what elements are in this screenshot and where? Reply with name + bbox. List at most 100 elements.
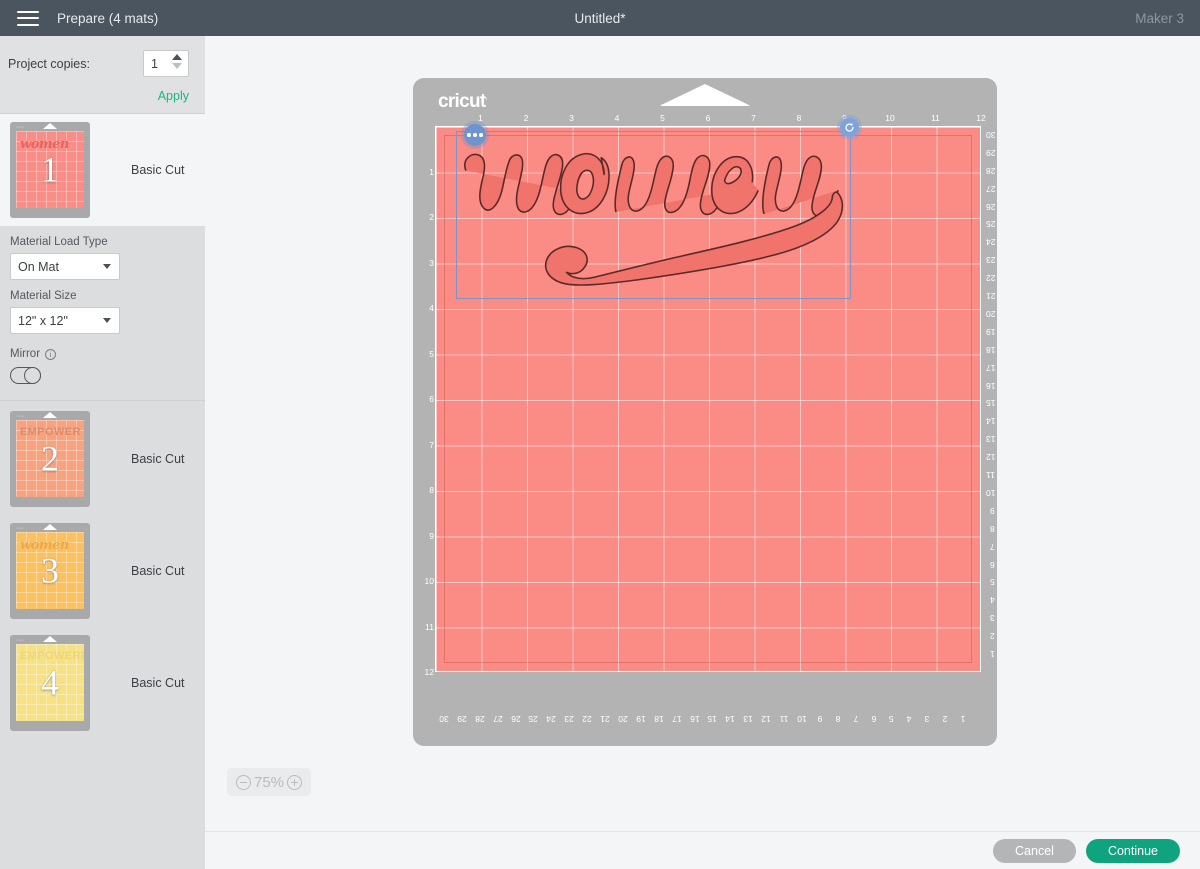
mat-list-item-2[interactable]: cricut EMPOWER 2 Basic Cut (0, 403, 205, 515)
mat-thumbnail-1[interactable]: cricut women 1 (10, 122, 90, 218)
ruler-tick-bottom: 3 (925, 714, 930, 724)
mat-list-item-4[interactable]: cricut EMPOWERED 4 Basic Cut (0, 627, 205, 739)
apply-button[interactable]: Apply (8, 89, 189, 103)
ruler-tick-right: 17 (986, 363, 995, 373)
ruler-tick-right: 9 (990, 506, 995, 516)
ruler-tick-bottom: 21 (600, 714, 609, 724)
decrement-icon[interactable] (172, 63, 182, 69)
thumb-number-2: 2 (16, 440, 84, 476)
more-options-icon[interactable] (464, 124, 486, 146)
ruler-left: 123456789101112 (418, 126, 436, 676)
ruler-tick-right: 1 (990, 649, 995, 659)
ruler-tick-bottom: 23 (565, 714, 574, 724)
ruler-tick-top: 1 (478, 113, 483, 123)
ruler-tick-bottom: 2 (943, 714, 948, 724)
project-copies-panel: Project copies: 1 Apply (0, 36, 205, 114)
ruler-tick-right: 22 (986, 273, 995, 283)
rotate-icon[interactable] (840, 118, 859, 137)
zoom-in-icon[interactable] (287, 775, 302, 790)
ruler-tick-right: 29 (986, 148, 995, 158)
ruler-tick-right: 15 (986, 398, 995, 408)
material-settings: Material Load Type On Mat Material Size … (0, 236, 205, 384)
thumb-brand-3: cricut (16, 526, 24, 530)
prepare-title: Prepare (4 mats) (57, 11, 158, 26)
ruler-tick-bottom: 28 (475, 714, 484, 724)
ruler-tick-right: 24 (986, 237, 995, 247)
continue-button[interactable]: Continue (1086, 839, 1180, 863)
selection-bounding-box[interactable] (456, 131, 851, 299)
ruler-tick-left: 2 (429, 212, 434, 222)
thumb-brand-1: cricut (16, 125, 24, 129)
ruler-tick-top: 12 (976, 113, 985, 123)
chevron-down-icon[interactable] (103, 264, 111, 269)
ruler-tick-right: 25 (986, 219, 995, 229)
machine-name[interactable]: Maker 3 (1135, 11, 1184, 26)
ruler-tick-right: 18 (986, 345, 995, 355)
mat-board[interactable]: cricut. 123456789101112 123456789101112 … (413, 78, 997, 746)
ruler-tick-right: 20 (986, 309, 995, 319)
ruler-tick-bottom: 19 (636, 714, 645, 724)
ruler-tick-left: 4 (429, 303, 434, 313)
zoom-level: 75% (254, 774, 284, 791)
mat-list-item-3[interactable]: cricut women 3 Basic Cut (0, 515, 205, 627)
ruler-tick-bottom: 30 (439, 714, 448, 724)
info-icon[interactable]: i (45, 349, 56, 360)
project-copies-stepper[interactable]: 1 (143, 50, 189, 77)
left-sidebar: Project copies: 1 Apply cricut women 1 B… (0, 36, 205, 869)
document-title: Untitled* (0, 11, 1200, 26)
mirror-label: Mirror (10, 348, 40, 360)
ruler-tick-right: 2 (990, 631, 995, 641)
thumb-surface-4: EMPOWERED 4 (16, 644, 84, 721)
mat-notch (659, 84, 751, 106)
ruler-tick-right: 12 (986, 452, 995, 462)
mat-cutting-surface[interactable] (435, 126, 981, 672)
cancel-button[interactable]: Cancel (993, 839, 1076, 863)
ruler-tick-right: 8 (990, 524, 995, 534)
ruler-tick-left: 6 (429, 394, 434, 404)
ruler-tick-bottom: 6 (871, 714, 876, 724)
ruler-tick-right: 27 (986, 184, 995, 194)
ruler-tick-right: 10 (986, 488, 995, 498)
mat-thumbnail-2[interactable]: cricut EMPOWER 2 (10, 411, 90, 507)
hamburger-menu-icon[interactable] (17, 11, 39, 26)
cricut-logo: cricut. (438, 91, 487, 113)
ruler-tick-right: 4 (990, 595, 995, 605)
increment-icon[interactable] (172, 54, 182, 60)
mat-cut-label-3: Basic Cut (131, 564, 185, 578)
ruler-tick-bottom: 4 (907, 714, 912, 724)
material-size-select[interactable]: 12" x 12" (10, 307, 120, 334)
ruler-tick-bottom: 22 (582, 714, 591, 724)
zoom-out-icon[interactable] (236, 775, 251, 790)
mat-cut-label-2: Basic Cut (131, 452, 185, 466)
ruler-tick-right: 14 (986, 416, 995, 426)
mat-thumbnail-4[interactable]: cricut EMPOWERED 4 (10, 635, 90, 731)
ruler-tick-right: 26 (986, 202, 995, 212)
ruler-tick-bottom: 27 (493, 714, 502, 724)
ruler-tick-top: 11 (931, 113, 940, 123)
mirror-toggle[interactable] (10, 367, 41, 384)
project-copies-value: 1 (144, 57, 158, 71)
rotate-glyph (844, 122, 855, 133)
ruler-tick-top: 10 (885, 113, 894, 123)
ruler-tick-right: 7 (990, 542, 995, 552)
project-copies-label: Project copies: (8, 57, 143, 71)
footer-actions: Cancel Continue (205, 831, 1200, 869)
material-load-type-select[interactable]: On Mat (10, 253, 120, 280)
ruler-tick-bottom: 8 (835, 714, 840, 724)
zoom-control[interactable]: 75% (227, 768, 311, 796)
ruler-tick-top: 2 (524, 113, 529, 123)
thumb-surface-1: women 1 (16, 131, 84, 208)
mat-cut-label-1: Basic Cut (131, 163, 185, 177)
thumb-number-3: 3 (16, 552, 84, 588)
ruler-tick-top: 7 (751, 113, 756, 123)
ruler-tick-top: 8 (797, 113, 802, 123)
ruler-tick-bottom: 14 (726, 714, 735, 724)
mat-thumbnail-3[interactable]: cricut women 3 (10, 523, 90, 619)
material-size-value: 12" x 12" (18, 314, 68, 328)
ruler-tick-left: 3 (429, 258, 434, 268)
ruler-tick-left: 9 (429, 531, 434, 541)
chevron-down-icon[interactable] (103, 318, 111, 323)
ruler-tick-right: 19 (986, 327, 995, 337)
mat-list-item-1[interactable]: cricut women 1 Basic Cut (0, 114, 205, 226)
stepper-arrows[interactable] (172, 54, 182, 69)
